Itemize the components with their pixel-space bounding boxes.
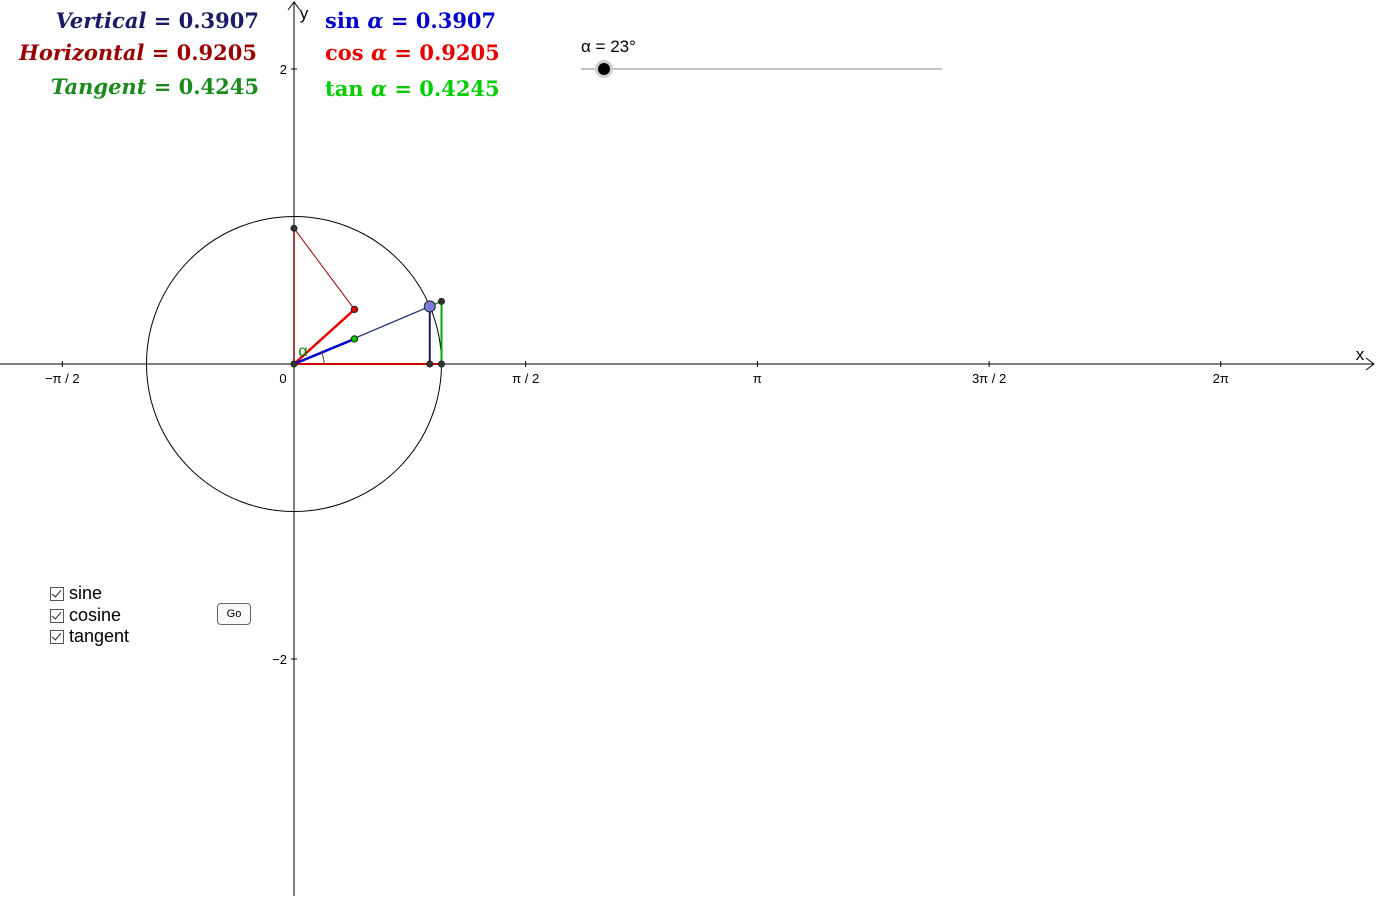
sin-value: 0.3907	[415, 8, 497, 33]
graphics-view[interactable]: x y −π / 2 0 π / 2 π 3π / 2 2π 2 −2 α	[0, 0, 1377, 900]
sin-var: α	[367, 8, 384, 33]
y-tick-label: −2	[272, 652, 287, 667]
horizontal-readout: Horizontal = 0.9205	[19, 40, 257, 65]
tangent-readout: Tangent = 0.4245	[51, 74, 259, 99]
angle-arc	[321, 352, 325, 365]
sin-eq: =	[383, 8, 416, 33]
cos-eq: =	[387, 40, 420, 65]
x-tick-label: π / 2	[512, 371, 539, 386]
horizontal-name: Horizontal	[19, 40, 145, 65]
vertical-readout: Vertical = 0.3907	[56, 8, 259, 33]
cos-var: α	[370, 40, 388, 65]
x-foot-point	[426, 360, 434, 368]
x-axis-label: x	[1356, 345, 1365, 364]
tangent-checkbox-label: tangent	[69, 626, 130, 646]
tangent-checkbox-box[interactable]	[50, 629, 64, 644]
sin-readout: sin α = 0.3907	[325, 8, 496, 33]
vertical-name: Vertical	[55, 8, 147, 33]
angle-label: α	[298, 343, 307, 360]
sin-fn: sin	[325, 8, 361, 33]
cos-value: 0.9205	[419, 40, 500, 65]
tan-eq: =	[387, 76, 420, 101]
cos-fn: cos	[325, 40, 364, 65]
cosine-end-point	[350, 305, 359, 314]
x-tick-label: π	[753, 371, 762, 386]
cosine-checkbox[interactable]: cosine	[50, 605, 121, 626]
x-tick-label: 2π	[1213, 371, 1229, 386]
y-tick-label: 2	[280, 62, 287, 77]
tangent-point	[438, 297, 445, 305]
tan-var: α	[370, 76, 388, 101]
cosine-checkbox-box[interactable]	[50, 608, 64, 623]
angle-slider-knob[interactable]	[598, 63, 610, 75]
x-tick-label: 3π / 2	[972, 371, 1006, 386]
cosine-slant-segment	[293, 228, 355, 310]
tan-readout: tan α = 0.4245	[325, 76, 500, 101]
y-axis-point	[290, 224, 298, 232]
sine-checkbox-label: sine	[69, 583, 103, 603]
sine-checkbox[interactable]: sine	[50, 583, 102, 604]
cosine-checkbox-label: cosine	[69, 605, 122, 625]
y-axis-label: y	[300, 4, 309, 23]
x-tick-label: 0	[279, 371, 286, 386]
x-tick-label: −π / 2	[45, 371, 80, 386]
tangent-name: Tangent	[50, 74, 147, 99]
tan-value: 0.4245	[419, 76, 500, 101]
origin-point	[290, 360, 298, 368]
angle-slider-label: α = 23°	[581, 37, 636, 56]
tangent-checkbox[interactable]: tangent	[50, 626, 129, 647]
tangent-eq: =	[146, 74, 179, 99]
circle-point[interactable]	[423, 300, 436, 313]
cos-readout: cos α = 0.9205	[325, 40, 500, 65]
horizontal-value: 0.9205	[176, 40, 257, 65]
sine-checkbox-box[interactable]	[50, 586, 64, 601]
horizontal-eq: =	[144, 40, 177, 65]
go-button[interactable]: Go	[217, 603, 251, 625]
sine-mid-point	[350, 335, 359, 343]
tan-fn: tan	[325, 76, 364, 101]
vertical-eq: =	[146, 8, 179, 33]
tangent-value: 0.4245	[178, 74, 259, 99]
tangent-base-point	[438, 360, 445, 368]
vertical-value: 0.3907	[178, 8, 259, 33]
